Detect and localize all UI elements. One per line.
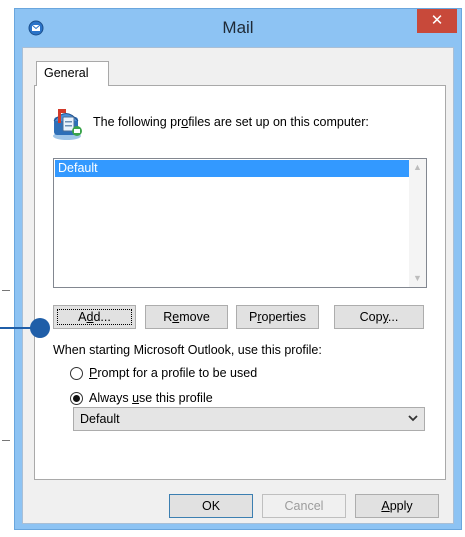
remove-profile-button[interactable]: Remove <box>145 305 228 329</box>
add-profile-button[interactable]: Add... <box>53 305 136 329</box>
window-title: Mail <box>222 18 254 37</box>
prompt-profile-label[interactable]: Prompt for a profile to be used <box>89 366 257 380</box>
ok-button[interactable]: OK <box>169 494 253 518</box>
callout-dot <box>30 318 50 338</box>
profile-list[interactable]: Default ▲ ▼ <box>53 158 427 288</box>
always-use-profile-label[interactable]: Always use this profile <box>89 391 213 405</box>
title-bar[interactable]: Mail ✕ <box>15 9 461 47</box>
left-edge-tick-top <box>2 290 10 291</box>
left-edge-tick-bottom <box>2 440 10 441</box>
dialog-client-area: General The following profiles are set u… <box>22 47 454 524</box>
chevron-down-icon <box>408 415 418 422</box>
scroll-down-icon[interactable]: ▼ <box>409 270 426 287</box>
prompt-profile-radio[interactable] <box>70 367 83 380</box>
tab-general[interactable]: General <box>36 61 109 86</box>
profile-list-scrollbar[interactable]: ▲ ▼ <box>409 159 426 287</box>
mail-dialog: Mail ✕ General The following profiles ar… <box>14 8 462 530</box>
profiles-intro-text: The following profiles are set up on thi… <box>93 115 369 129</box>
apply-button[interactable]: Apply <box>355 494 439 518</box>
copy-profile-button[interactable]: Copy... <box>334 305 424 329</box>
scroll-up-icon[interactable]: ▲ <box>409 159 426 176</box>
always-use-profile-radio[interactable] <box>70 392 83 405</box>
cancel-button[interactable]: Cancel <box>262 494 346 518</box>
close-button[interactable]: ✕ <box>417 9 457 33</box>
profile-select[interactable]: Default <box>73 407 425 431</box>
startup-profile-label: When starting Microsoft Outlook, use thi… <box>53 343 322 357</box>
close-icon: ✕ <box>430 12 444 29</box>
profile-properties-button[interactable]: Properties <box>236 305 319 329</box>
selected-profile-value: Default <box>80 412 120 426</box>
list-item[interactable]: Default <box>55 160 411 177</box>
mailbox-icon <box>53 109 82 140</box>
